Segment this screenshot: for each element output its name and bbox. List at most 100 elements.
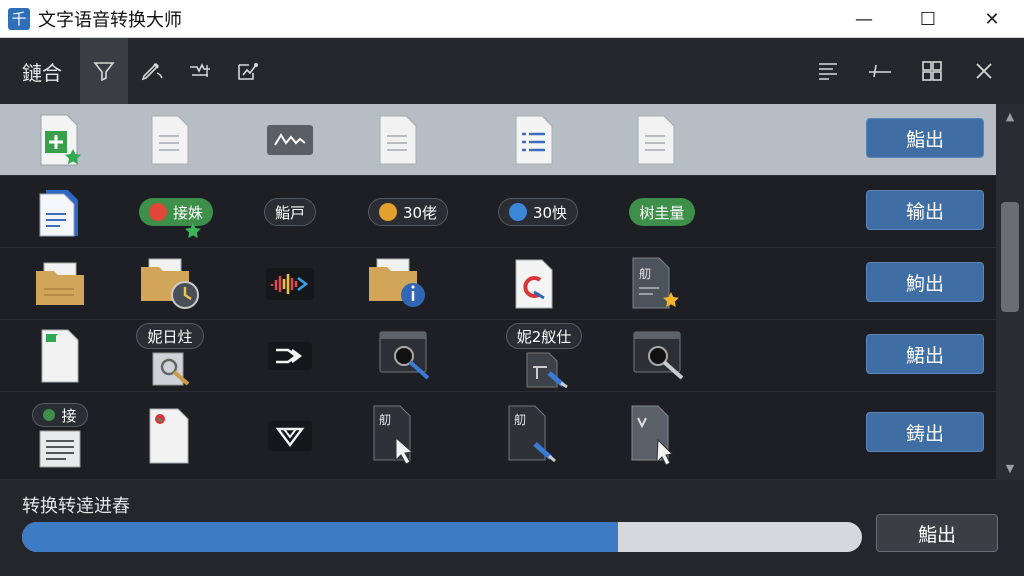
- output-pill-cell[interactable]: 鮨戸: [240, 176, 340, 248]
- play-chevron-cell[interactable]: [240, 320, 340, 392]
- text-doc-cell[interactable]: 接: [10, 392, 110, 480]
- toolbar: 鏈合: [0, 38, 1024, 104]
- window-title: 文字语音转换大师: [38, 9, 182, 31]
- waveform-cell[interactable]: [240, 104, 340, 176]
- text-doc-icon: [39, 430, 81, 468]
- scroll-down-icon[interactable]: ▼: [996, 458, 1024, 478]
- red-logo-doc-icon: [515, 259, 553, 309]
- output-button[interactable]: 鋳出: [866, 412, 984, 452]
- close-icon: [976, 63, 992, 79]
- output-button[interactable]: 鮶出: [866, 334, 984, 374]
- scroll-thumb[interactable]: [1001, 202, 1019, 312]
- dark-doc-pill: 妮2舣仕: [505, 323, 583, 349]
- table-row[interactable]: 鮨出: [0, 104, 996, 176]
- red-dot-doc-icon: [149, 408, 189, 464]
- output-pill[interactable]: 鮨戸: [263, 198, 316, 226]
- progress-panel: 转换转逹进舂 鮨出: [0, 480, 1024, 576]
- blue-doc-icon: [39, 190, 78, 237]
- green-doc-icon: [41, 329, 79, 383]
- red-dot-doc-cell[interactable]: [120, 392, 220, 480]
- gray-doc-cursor-cell[interactable]: [606, 392, 706, 480]
- file-grid: 鮨出 接姝 鮨戸 30佬 30怏 树圭量 输出 舠 鮈出 妮日炷 妮2舣仕 鮶出…: [0, 104, 996, 480]
- align-button[interactable]: [802, 38, 854, 104]
- dark-doc-cursor-icon: 舠: [373, 405, 414, 465]
- layout-button[interactable]: [906, 38, 958, 104]
- pill-label: 30怏: [532, 203, 568, 222]
- table-row[interactable]: 妮日炷 妮2舣仕 鮶出: [0, 320, 996, 392]
- folder-info-icon: [369, 258, 425, 307]
- dark-doc-pen-cell[interactable]: 舠: [484, 392, 584, 480]
- triangle-cell[interactable]: [240, 392, 340, 480]
- volume-pill[interactable]: 树圭量: [629, 198, 695, 226]
- search-doc-pill: 妮日炷: [136, 323, 204, 349]
- speed-pill[interactable]: 30怏: [497, 198, 579, 226]
- dark-doc-star-cell[interactable]: 舠: [606, 248, 706, 320]
- table-row[interactable]: 接姝 鮨戸 30佬 30怏 树圭量 输出: [0, 176, 996, 248]
- console-search-icon: [379, 331, 430, 380]
- output-button[interactable]: 输出: [866, 190, 984, 230]
- dark-doc-pen-cell[interactable]: 妮2舣仕: [494, 320, 594, 392]
- close-window-button[interactable]: ✕: [960, 0, 1024, 38]
- progress-label: 转换转逹进舂: [22, 496, 130, 517]
- folder-doc-cell[interactable]: [10, 248, 110, 320]
- funnel-tool-button[interactable]: [80, 38, 128, 104]
- speed-pill[interactable]: 30佬: [367, 198, 449, 226]
- minimize-button[interactable]: —: [832, 0, 896, 38]
- blank-doc-icon: [637, 115, 675, 165]
- divider-button[interactable]: [854, 38, 906, 104]
- list-doc-cell[interactable]: [484, 104, 584, 176]
- add-doc-icon: [40, 114, 81, 166]
- table-row[interactable]: 舠 鮈出: [0, 248, 996, 320]
- orange-dot-icon: [378, 203, 397, 221]
- blank-doc-cell[interactable]: [120, 104, 220, 176]
- search-doc-icon: [152, 352, 190, 386]
- pill-label: 接姝: [172, 203, 203, 222]
- folder-clock-cell[interactable]: [120, 248, 220, 320]
- gray-doc-cursor-icon: [631, 405, 674, 466]
- green-dot-icon: [43, 409, 56, 421]
- green-doc-cell[interactable]: [10, 320, 110, 392]
- speed-pill-cell[interactable]: 30怏: [488, 176, 588, 248]
- blue-doc-cell[interactable]: [10, 176, 110, 248]
- folder-info-cell[interactable]: [348, 248, 448, 320]
- scroll-up-icon[interactable]: ▲: [996, 106, 1024, 126]
- console-search-cell[interactable]: [358, 320, 458, 392]
- close-panel-button[interactable]: [958, 38, 1010, 104]
- console-search-cell[interactable]: [612, 320, 712, 392]
- status-dot-icon: [148, 203, 167, 221]
- console-search-icon: [633, 331, 684, 380]
- dark-doc-star-icon: 舠: [632, 257, 679, 309]
- play-chevron-icon: [268, 342, 312, 370]
- pill-label: 鮨戸: [274, 203, 305, 222]
- edit-chart-tool-button[interactable]: [224, 38, 272, 104]
- red-logo-doc-cell[interactable]: [484, 248, 584, 320]
- convert-pill-cell[interactable]: 接姝: [126, 176, 226, 248]
- output-button[interactable]: 鮨出: [866, 118, 984, 158]
- vertical-scrollbar[interactable]: ▲ ▼: [996, 104, 1024, 480]
- stamp-tool-button[interactable]: [176, 38, 224, 104]
- volume-pill-cell[interactable]: 树圭量: [612, 176, 712, 248]
- speed-pill-cell[interactable]: 30佬: [358, 176, 458, 248]
- star-icon: [185, 223, 201, 238]
- blank-doc-icon: [151, 115, 189, 165]
- layout-icon: [922, 61, 942, 81]
- dark-doc-cursor-cell[interactable]: 舠: [348, 392, 448, 480]
- edit-chart-icon: [238, 63, 258, 80]
- blank-doc-cell[interactable]: [606, 104, 706, 176]
- progress-bar: [22, 522, 862, 552]
- maximize-button[interactable]: ☐: [896, 0, 960, 38]
- blank-doc-cell[interactable]: [348, 104, 448, 176]
- pen-tool-button[interactable]: [128, 38, 176, 104]
- dark-doc-pen-icon: 舠: [508, 405, 556, 463]
- search-doc-cell[interactable]: 妮日炷: [120, 320, 220, 392]
- color-waveform-cell[interactable]: [240, 248, 340, 320]
- doc-glyph-label: 舠: [379, 413, 391, 427]
- folder-doc-icon: [36, 262, 84, 305]
- table-row[interactable]: 接 舠 舠 鋳出: [0, 392, 996, 480]
- output-button[interactable]: 鮈出: [866, 262, 984, 302]
- doc-glyph-label: 舠: [514, 413, 526, 427]
- add-doc-cell[interactable]: [10, 104, 110, 176]
- pill-label: 妮2舣仕: [516, 327, 572, 346]
- export-button[interactable]: 鮨出: [876, 514, 998, 552]
- toolbar-label: 鏈合: [22, 60, 62, 85]
